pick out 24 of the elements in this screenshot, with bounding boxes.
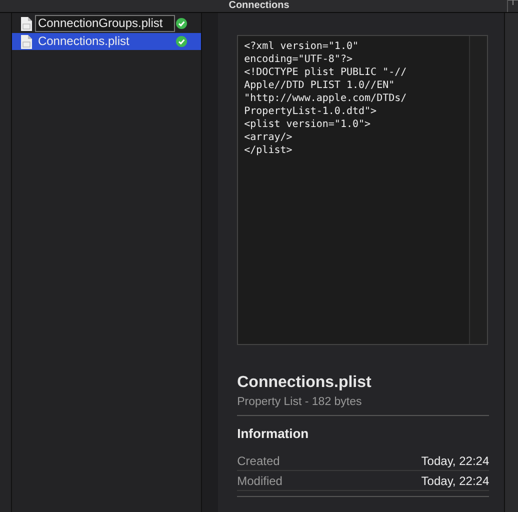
code-line: encoding="UTF-8"?> [244, 53, 354, 66]
code-line: Apple//DTD PLIST 1.0//EN" [244, 79, 396, 92]
section-heading: Information [237, 426, 310, 441]
add-tab-button[interactable] [507, 0, 518, 12]
code-line: PropertyList-1.0.dtd"> [244, 105, 378, 118]
file-info: Property List - 182 bytes [237, 396, 490, 416]
document-icon [20, 16, 32, 30]
file-item[interactable]: ConnectionGroups.plist [12, 15, 202, 32]
file-title: Connections.plist [237, 374, 372, 392]
rename-field[interactable]: ConnectionGroups.plist [34, 15, 175, 32]
file-name: Connections.plist [38, 34, 130, 49]
info-value: Today, 22:24 [421, 454, 490, 468]
file-item[interactable]: Connections.plist [12, 33, 202, 50]
info-value: Today, 22:24 [421, 474, 490, 488]
document-icon [20, 34, 32, 48]
code-line: <?xml version="1.0" [244, 40, 360, 53]
code-line: "http://www.apple.com/DTDs/ [244, 92, 408, 105]
code-line: <plist version="1.0"> [244, 118, 372, 131]
code-line: <array/> [244, 131, 294, 144]
code-line: <!DOCTYPE plist PUBLIC "-// [244, 66, 408, 79]
window-title: Connections [228, 0, 290, 12]
info-label: Modified [237, 474, 282, 488]
code-line: </plist> [244, 144, 294, 157]
info-label: Created [237, 454, 280, 468]
